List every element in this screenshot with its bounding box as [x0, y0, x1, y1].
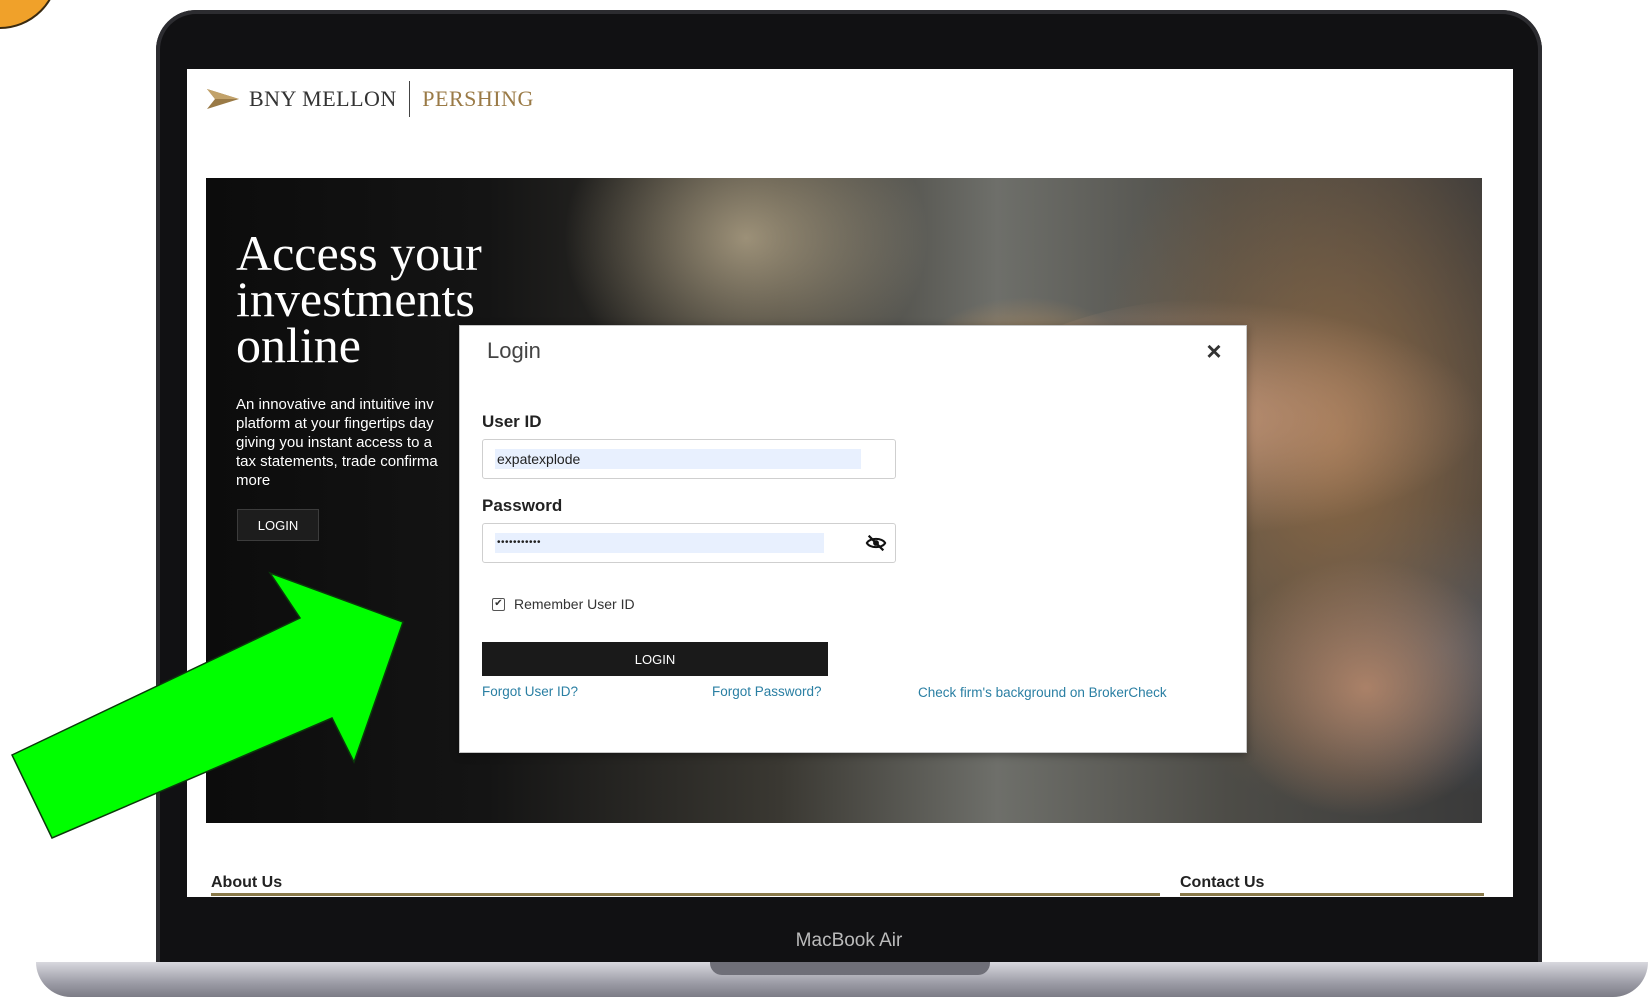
annotation-arrow	[10, 571, 404, 839]
green-arrow-shape	[10, 571, 404, 839]
